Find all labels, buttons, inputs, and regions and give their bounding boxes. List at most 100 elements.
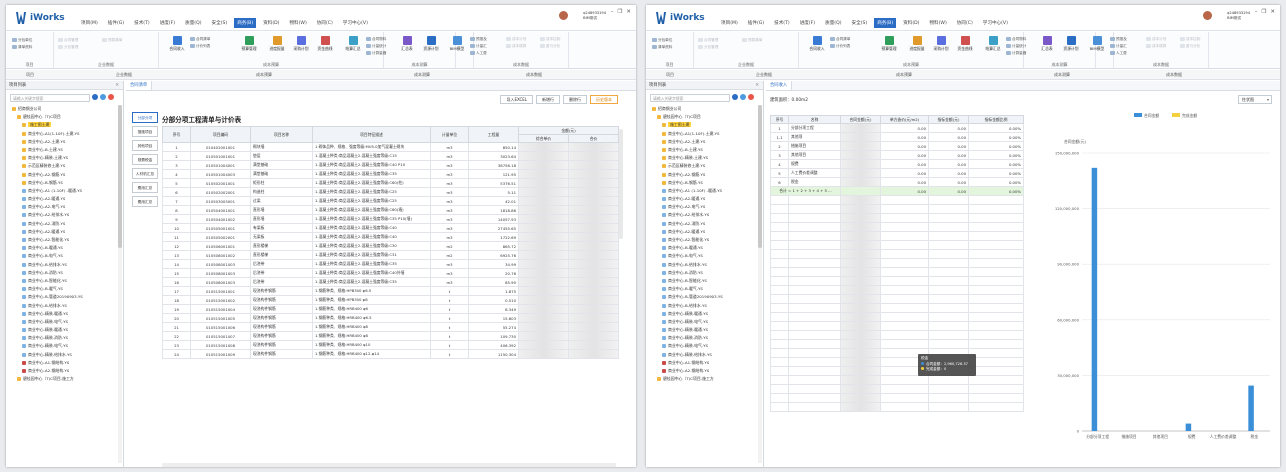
tree-node[interactable]: 商业中心-A1 (1-10F) -暖通.YS xyxy=(652,187,757,195)
ribbon-small-item[interactable]: 合同管理 xyxy=(58,38,78,43)
tree-scrollbar[interactable] xyxy=(118,105,122,463)
table-row[interactable]: 23 010515001008 现浇构件钢筋 1.钢筋种类、规格:HRB400 φ10… xyxy=(162,340,620,350)
table-row[interactable]: 20 010515001005 现浇构件钢筋 1.钢筋种类、规格:HRB400 φ6.… xyxy=(162,313,620,323)
ribbon-button[interactable]: 进度报量 xyxy=(266,36,288,52)
table-row[interactable]: 16 010508001003 后浇带 1.混凝土种类:商品混凝土2.混凝土强度等级:… xyxy=(162,277,620,287)
ribbon-small-item[interactable]: 合同物料 xyxy=(366,37,386,42)
settings-icon[interactable] xyxy=(740,94,746,100)
table-row[interactable]: 11 010505002001 无梁板 1.混凝土种类:商品混凝土2.混凝土强度等级:… xyxy=(162,232,620,242)
menu-item[interactable]: 安全(S) xyxy=(849,18,871,28)
search-input[interactable]: 请输入关键字搜索 xyxy=(650,94,730,102)
col-header[interactable]: 项目特征描述 xyxy=(312,126,431,143)
table-row[interactable]: 22 010515001007 现浇构件钢筋 1.钢筋种类、规格:HRB400 φ8 t… xyxy=(162,331,620,341)
col-header[interactable]: 工程量 xyxy=(468,126,519,143)
ribbon-button[interactable]: 资金曲线 xyxy=(954,36,976,52)
tree-node[interactable]: 商业中心-B-消防.YS xyxy=(12,269,117,277)
refresh-icon[interactable] xyxy=(732,94,738,100)
ribbon-small-item[interactable]: 计价列表 xyxy=(830,44,850,49)
menu-item[interactable]: 技术(T) xyxy=(131,18,153,28)
tree-node[interactable]: 商业中心-A2-智能化.YS xyxy=(12,236,117,244)
restore-icon[interactable]: ❐ xyxy=(617,9,622,15)
col-header[interactable]: 合同金额(元) xyxy=(840,115,881,124)
table-row[interactable]: 2 措施项目 0.00 0.00 0.00% xyxy=(770,141,1024,151)
tree-node[interactable]: 商业中心-精装-暖通.YS xyxy=(12,310,117,318)
ribbon-small-item[interactable]: 合同清单 xyxy=(190,37,210,42)
tree-node[interactable]: 商业中心-B-钢筋.YS xyxy=(652,179,757,187)
menu-item[interactable]: 插件(G) xyxy=(105,18,127,28)
menu-item[interactable]: 物料(W) xyxy=(286,18,309,28)
tree-node[interactable]: 商业中心-A1(1-10F)-土建.YS xyxy=(652,130,757,138)
ribbon-small-item[interactable]: 成本控制 xyxy=(1180,37,1200,42)
action-button[interactable]: 删除行 xyxy=(563,95,587,104)
menu-item[interactable]: 质量(Q) xyxy=(822,18,844,28)
action-button[interactable]: 历史版本 xyxy=(590,95,618,104)
ribbon-small-item[interactable]: 计量统计 xyxy=(1006,44,1026,49)
tree-node[interactable]: 招商钢业公司 xyxy=(12,105,117,113)
tree-node[interactable]: 商业中心-B-土建.YS xyxy=(652,146,757,154)
tree-node[interactable]: 商业中心-精装-暖通.YS xyxy=(652,326,757,334)
close-icon[interactable]: ✕ xyxy=(1270,9,1275,15)
col-header[interactable]: 金额(元) xyxy=(517,126,620,135)
close-icon[interactable]: ✕ xyxy=(626,9,631,15)
col-header[interactable]: 项目编码 xyxy=(190,126,251,143)
ribbon-small-item[interactable]: 计价列表 xyxy=(190,44,210,49)
action-button[interactable]: 导入EXCEL xyxy=(500,95,533,104)
table-row[interactable]: 1 分部分项工程 0.00 0.00 0.00% xyxy=(770,123,1024,133)
tree-node[interactable]: 商业中心-精装-电气.YS xyxy=(652,342,757,350)
ribbon-button[interactable]: 结算汇总 xyxy=(342,36,364,52)
ribbon-small-item[interactable]: 成本核算 xyxy=(506,44,526,49)
table-row[interactable]: 17 010515001001 现浇构件钢筋 1.钢筋种类、规格:HPB300 φ6.… xyxy=(162,286,620,296)
tree-node[interactable]: 招商钢业公司 xyxy=(652,105,757,113)
ribbon-button[interactable]: 采购计划 xyxy=(290,36,312,52)
tree-node[interactable]: 商业中心-B-给排水.YS xyxy=(12,261,117,269)
table-row[interactable]: 24 010515001009 现浇构件钢筋 1.钢筋种类、规格:HRB400 φ12… xyxy=(162,349,620,359)
tree-node[interactable]: 商业中心-A2-暖通.YS xyxy=(652,228,757,236)
table-row[interactable]: 8 010504001001 直形墙 1.混凝土种类:商品混凝土2.混凝土强度等级:C… xyxy=(162,205,620,215)
ribbon-small-item[interactable]: 预算清单 xyxy=(742,38,762,43)
tree-node[interactable]: 商业中心-B-钢筋.YS xyxy=(12,179,117,187)
menu-item[interactable]: 进度(F) xyxy=(157,18,178,28)
tree-node[interactable]: 商业中心-A2-钢筋.YS xyxy=(12,171,117,179)
ribbon-button[interactable]: 合同收入 xyxy=(166,36,188,52)
tree-scrollbar[interactable] xyxy=(758,105,762,463)
tree-node[interactable]: 商业中心-A1(1-10F)-土建.YS xyxy=(12,130,117,138)
tree-node[interactable]: 商业中心-精装-电气.YS xyxy=(12,342,117,350)
table-row[interactable]: 3 010501004001 满堂基础 1.混凝土种类:商品混凝土2.混凝土强度等级:… xyxy=(162,160,620,170)
ribbon-small-item[interactable]: 计算量器 xyxy=(1006,51,1026,56)
menu-item[interactable]: 项目(M) xyxy=(718,18,741,28)
tree-node[interactable]: 商业中心-精装-给排水.YS xyxy=(652,351,757,359)
table-row[interactable]: 21 010515001006 现浇构件钢筋 1.钢筋种类、规格:HRB400 φ8 t… xyxy=(162,322,620,332)
ribbon-small-item[interactable]: 盈亏分析 xyxy=(540,44,560,49)
ribbon-button[interactable]: 结算汇总 xyxy=(982,36,1004,52)
tree-node[interactable]: 商业中心-A2-暖通.YS xyxy=(12,228,117,236)
ribbon-small-item[interactable]: 计量统计 xyxy=(366,44,386,49)
ribbon-small-item[interactable]: 合同清单 xyxy=(830,37,850,42)
tree-node[interactable]: 施工图土建 xyxy=(652,121,757,129)
tree-node[interactable]: 商业中心-B-给排水.YS xyxy=(652,302,757,310)
category-button[interactable]: 费用汇总 xyxy=(132,182,158,193)
table-row[interactable]: 6 税金 0.00 0.00 0.00% xyxy=(770,177,1024,187)
table-row[interactable]: 3 其他项目 0.00 0.00 0.00% xyxy=(770,150,1024,160)
tree-node[interactable]: 商业中心-精装-暖通.YS xyxy=(652,310,757,318)
menu-item[interactable]: 资料(D) xyxy=(900,18,922,28)
tree-node[interactable]: 商业中心-精装-暖通.YS xyxy=(12,326,117,334)
table-row[interactable]: 4 010501004003 满堂基础 1.混凝土种类:商品混凝土2.混凝土强度等级:… xyxy=(162,169,620,179)
close-icon[interactable]: ✕ xyxy=(115,81,119,90)
minimize-icon[interactable]: – xyxy=(611,9,614,15)
avatar[interactable] xyxy=(1203,11,1212,20)
tab-contract-income[interactable]: 合同收入 xyxy=(766,81,793,90)
tree-node[interactable]: 商业中心-精装-土建.YS xyxy=(12,154,117,162)
tree-node[interactable]: 商业中心-A1-钢结构.YS xyxy=(12,359,117,367)
tree-node[interactable]: 商业中心-A2-土建.YS xyxy=(652,138,757,146)
table-row[interactable]: 1.1 其他项 0.00 0.00 0.00% xyxy=(770,132,1024,142)
table-row[interactable]: 14 010508001003 后浇带 1.混凝土种类:商品混凝土2.混凝土强度等级:… xyxy=(162,259,620,269)
menu-item[interactable]: 协同(C) xyxy=(314,18,336,28)
tree-node[interactable]: 商业中心-A2-给排水.YS xyxy=(12,211,117,219)
tree-node[interactable]: 碧桂园中心（T)C项目 xyxy=(652,113,757,121)
tree-node[interactable]: 商业中心-A2-电气.YS xyxy=(652,203,757,211)
category-button[interactable]: 规费税金 xyxy=(132,154,158,165)
category-button[interactable]: 其他项目 xyxy=(132,140,158,151)
menu-item[interactable]: 商务(B) xyxy=(874,18,897,28)
ribbon-button[interactable]: 汇总表 xyxy=(396,36,418,52)
menu-item[interactable]: 学习中心(V) xyxy=(980,18,1011,28)
